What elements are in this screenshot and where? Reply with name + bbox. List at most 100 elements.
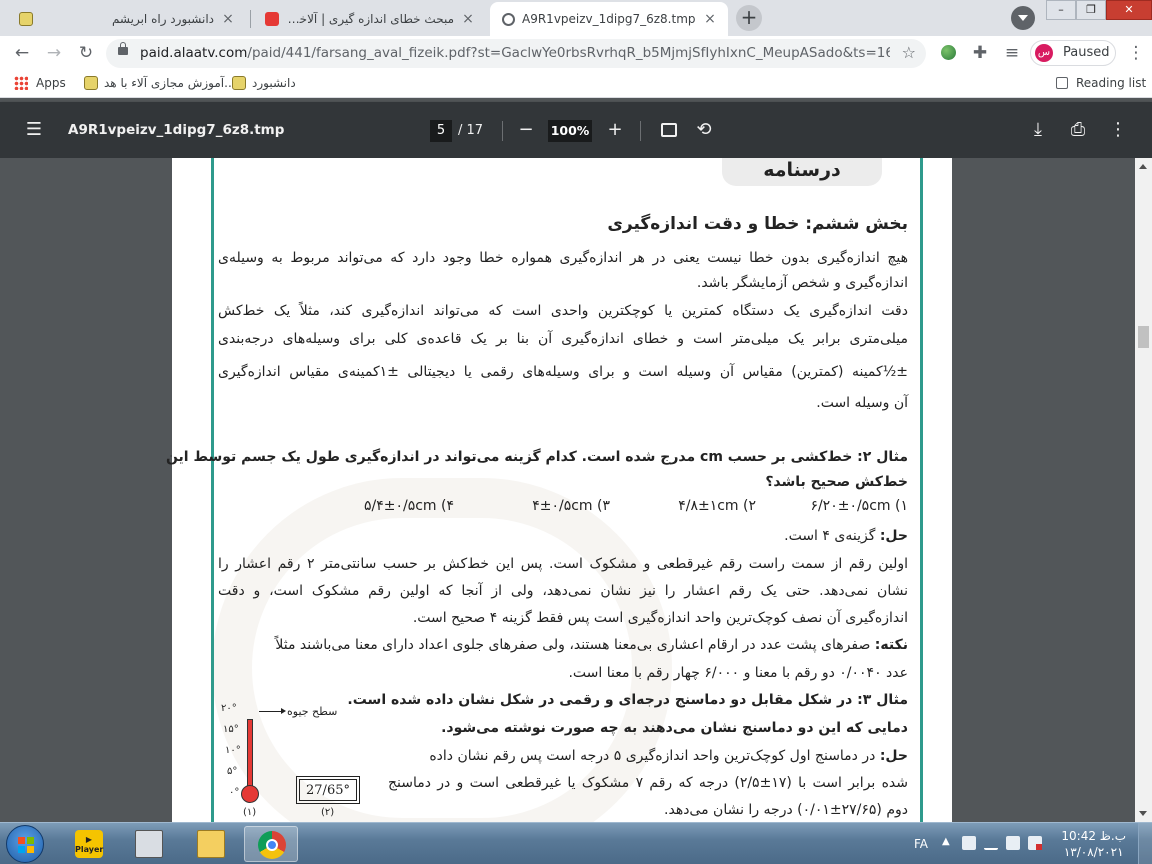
tab-title: مبحث خطای اندازه گیری | آلاخونه bbox=[283, 12, 454, 26]
close-icon[interactable]: × bbox=[460, 11, 476, 27]
window-controls: – ❐ ✕ bbox=[1046, 0, 1152, 20]
start-button[interactable] bbox=[6, 825, 44, 863]
fit-page-icon[interactable] bbox=[657, 118, 681, 142]
close-window-button[interactable]: ✕ bbox=[1106, 0, 1152, 20]
hamburger-menu-icon[interactable]: ☰ bbox=[22, 118, 46, 142]
print-icon[interactable]: ⎙ bbox=[1066, 118, 1090, 142]
windows-taskbar: ▶ Player FA ▲ 10:42 ب.ظ ۱۳/۰۸/۲۰۲۱ bbox=[0, 822, 1152, 864]
restore-button[interactable]: ❐ bbox=[1076, 0, 1106, 20]
example-2-question: خط‌کش صحیح باشد؟ bbox=[765, 474, 908, 490]
bookmark-label: آموزش مجازی آلاء با هد... bbox=[104, 76, 236, 90]
reload-icon[interactable]: ↻ bbox=[74, 41, 98, 65]
media-queue-icon[interactable]: ≡ bbox=[1000, 41, 1024, 65]
tab-title: دانشبورد راه ابریشم bbox=[111, 12, 214, 26]
signal-icon[interactable] bbox=[984, 836, 998, 850]
pdf-filename: A9R1vpeizv_1dipg7_6z8.tmp bbox=[68, 122, 285, 138]
windows-logo-icon bbox=[18, 837, 34, 853]
zoom-out-icon[interactable]: − bbox=[514, 118, 538, 142]
digital-reading: 27/65° bbox=[299, 779, 357, 801]
tick-label: ۱۰° bbox=[225, 745, 241, 756]
scroll-down-arrow-icon[interactable] bbox=[1139, 811, 1147, 816]
rotate-icon[interactable]: ⟲ bbox=[692, 118, 716, 142]
figure-label-1: (۱) bbox=[243, 807, 257, 818]
pdf-toolbar: ☰ A9R1vpeizv_1dipg7_6z8.tmp 5 / 17 − 100… bbox=[0, 102, 1152, 158]
solution-2-header: حل: گزینه‌ی ۴ است. bbox=[218, 526, 908, 546]
network-error-icon[interactable] bbox=[1028, 836, 1042, 850]
reading-list-button[interactable]: Reading list bbox=[1056, 76, 1146, 90]
tick-label: ۱۵° bbox=[223, 724, 239, 735]
bookmark-label: دانشبورد bbox=[252, 76, 296, 90]
language-indicator[interactable]: FA bbox=[914, 837, 928, 851]
close-icon[interactable]: × bbox=[702, 11, 718, 27]
taskbar-calculator[interactable] bbox=[122, 826, 176, 862]
back-arrow-icon[interactable]: ← bbox=[10, 41, 34, 65]
address-bar[interactable]: paid.alaatv.com/paid/441/farsang_aval_fi… bbox=[106, 39, 926, 68]
taskbar-explorer[interactable] bbox=[184, 826, 238, 862]
bookmarks-bar: Apps آموزش مجازی آلاء با هد... دانشبورد … bbox=[0, 70, 1152, 98]
paragraph-line: دقت اندازه‌گیری یک دستگاه کمترین یا کوچک… bbox=[218, 303, 908, 319]
note-text: صفرهای پشت عدد در ارقام اعشاری بی‌معنا ه… bbox=[275, 637, 875, 653]
extension-globe-icon[interactable] bbox=[936, 41, 960, 65]
paragraph-line: میلی‌متری برابر یک میلی‌متر است و خطای ا… bbox=[218, 331, 908, 347]
battery-icon[interactable] bbox=[1006, 836, 1020, 850]
arrow-icon bbox=[259, 708, 286, 714]
clock-time: 10:42 ب.ظ bbox=[1061, 829, 1126, 843]
pdf-viewport[interactable]: درسنامه بخش ششم: خطا و دقت اندازه‌گیری ه… bbox=[0, 158, 1152, 822]
minimize-button[interactable]: – bbox=[1046, 0, 1076, 20]
show-hidden-icons[interactable]: ▲ bbox=[942, 836, 956, 850]
page-total: / 17 bbox=[458, 123, 484, 138]
scroll-thumb[interactable] bbox=[1138, 326, 1149, 348]
taskbar-chrome[interactable] bbox=[244, 826, 298, 862]
tab-title: A9R1vpeizv_1dipg7_6z8.tmp bbox=[522, 12, 696, 26]
download-icon[interactable]: ⤓ bbox=[1026, 118, 1050, 142]
flag-icon[interactable] bbox=[962, 836, 976, 850]
tick-label: ۵° bbox=[227, 766, 238, 777]
solution-text: گزینه‌ی ۴ است. bbox=[784, 528, 880, 544]
profile-button[interactable]: س Paused bbox=[1030, 40, 1116, 66]
toolbar-divider bbox=[640, 121, 641, 141]
pdf-page: درسنامه بخش ششم: خطا و دقت اندازه‌گیری ه… bbox=[166, 158, 952, 822]
puzzle-icon[interactable]: ✚ bbox=[968, 41, 992, 65]
close-icon[interactable]: × bbox=[220, 11, 236, 27]
note-label: نکته: bbox=[874, 637, 908, 653]
profile-status: Paused bbox=[1063, 45, 1110, 60]
page-number-input[interactable]: 5 bbox=[430, 120, 452, 142]
chrome-icon bbox=[258, 831, 286, 859]
apps-grid-icon bbox=[14, 76, 28, 90]
bookmark-daneshboard[interactable]: دانشبورد bbox=[232, 76, 296, 90]
scroll-up-arrow-icon[interactable] bbox=[1139, 164, 1147, 169]
solution-text: در دماسنج اول کوچک‌ترین واحد اندازه‌گیری… bbox=[429, 748, 880, 764]
tab-alakhoneh[interactable]: مبحث خطای اندازه گیری | آلاخونه × bbox=[254, 2, 486, 36]
zoom-in-icon[interactable]: + bbox=[603, 118, 627, 142]
show-desktop-button[interactable] bbox=[1138, 823, 1152, 864]
tab-pdf[interactable]: A9R1vpeizv_1dipg7_6z8.tmp × bbox=[490, 2, 728, 36]
zoom-input[interactable]: 100% bbox=[548, 120, 592, 142]
clock[interactable]: 10:42 ب.ظ ۱۳/۰۸/۲۰۲۱ bbox=[1061, 828, 1126, 860]
bookmark-apps[interactable]: Apps bbox=[14, 76, 66, 90]
more-options-icon[interactable]: ⋮ bbox=[1106, 118, 1130, 142]
note-line: عدد ۰/۰۰۴۰ دو رقم با معنا و ۶/۰۰۰ چهار ر… bbox=[568, 665, 908, 681]
option-4: ۴) ۵/۴±۰/۵cm bbox=[363, 498, 454, 514]
tab-favicon bbox=[18, 11, 34, 27]
solution-label: حل: bbox=[879, 748, 908, 764]
tab-search-button[interactable] bbox=[1011, 6, 1035, 30]
taskbar-kmplayer[interactable]: ▶ Player bbox=[62, 826, 116, 862]
lock-icon bbox=[118, 42, 128, 55]
avatar: س bbox=[1035, 44, 1053, 62]
bookmark-alaa[interactable]: آموزش مجازی آلاء با هد... bbox=[84, 76, 236, 90]
paragraph-line: شده برابر است با (۱۷±۲/۵) درجه که رقم ۷ … bbox=[388, 775, 909, 791]
paragraph-line: نشان نمی‌دهد. حتی یک رقم اعشار را نیز نش… bbox=[218, 583, 908, 599]
digital-thermometer: 27/65° bbox=[296, 776, 360, 804]
bookmark-star-icon[interactable]: ☆ bbox=[902, 43, 916, 62]
url-text[interactable]: paid.alaatv.com/paid/441/farsang_aval_fi… bbox=[140, 45, 890, 61]
paragraph-line: ±½کمینه (کمترین) مقیاس آن وسیله است و بر… bbox=[218, 364, 908, 380]
paragraph-line: اندازه‌گیری و شخص آزمایشگر باشد. bbox=[696, 275, 908, 291]
forward-arrow-icon[interactable]: → bbox=[42, 41, 66, 65]
vertical-scrollbar[interactable] bbox=[1135, 158, 1152, 822]
solution-label: حل: bbox=[879, 528, 908, 544]
tab-daneshboard[interactable]: دانشبورد راه ابریشم × bbox=[8, 2, 246, 36]
calculator-icon bbox=[135, 830, 163, 858]
paragraph-line: هیچ اندازه‌گیری بدون خطا نیست یعنی در هر… bbox=[218, 250, 908, 266]
menu-kebab-icon[interactable]: ⋮ bbox=[1124, 41, 1148, 65]
new-tab-button[interactable]: + bbox=[736, 5, 762, 31]
